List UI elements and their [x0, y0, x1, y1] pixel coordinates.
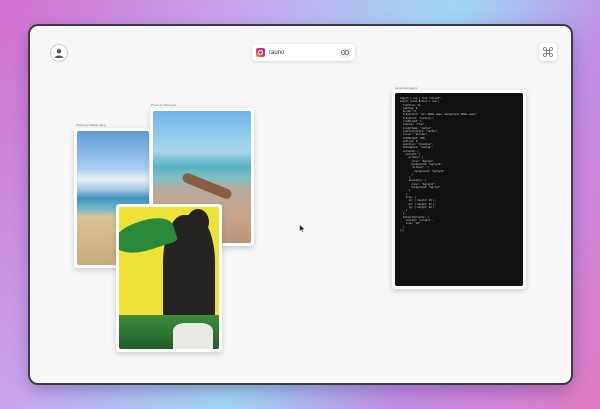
command-icon [543, 47, 553, 57]
url-bar[interactable]: rauno [252, 44, 355, 61]
code-screen: import { css } from "styled"; export cons… [395, 93, 523, 286]
command-button[interactable] [539, 43, 557, 61]
painting-cloth [173, 323, 213, 349]
driftwood [181, 171, 233, 201]
code-line: }); [400, 228, 405, 232]
code-card[interactable]: import { css } from "styled"; export cons… [392, 90, 526, 289]
app-window: rauno Photo by Nathan Jang Photo by Dave… [30, 26, 571, 383]
avatar[interactable] [50, 44, 68, 62]
instagram-icon [256, 48, 265, 57]
shore-photo-caption: Photo by Dave gus [151, 103, 177, 107]
user-icon [54, 49, 64, 58]
link-icon [341, 50, 349, 55]
painting-card[interactable] [116, 204, 222, 352]
painting-head [187, 209, 209, 235]
link-button[interactable] [339, 47, 351, 58]
url-text: rauno [269, 49, 285, 56]
painting-image [119, 207, 219, 349]
beach-photo-caption: Photo by Nathan Jang [76, 123, 106, 127]
mouse-cursor-icon [299, 224, 306, 233]
